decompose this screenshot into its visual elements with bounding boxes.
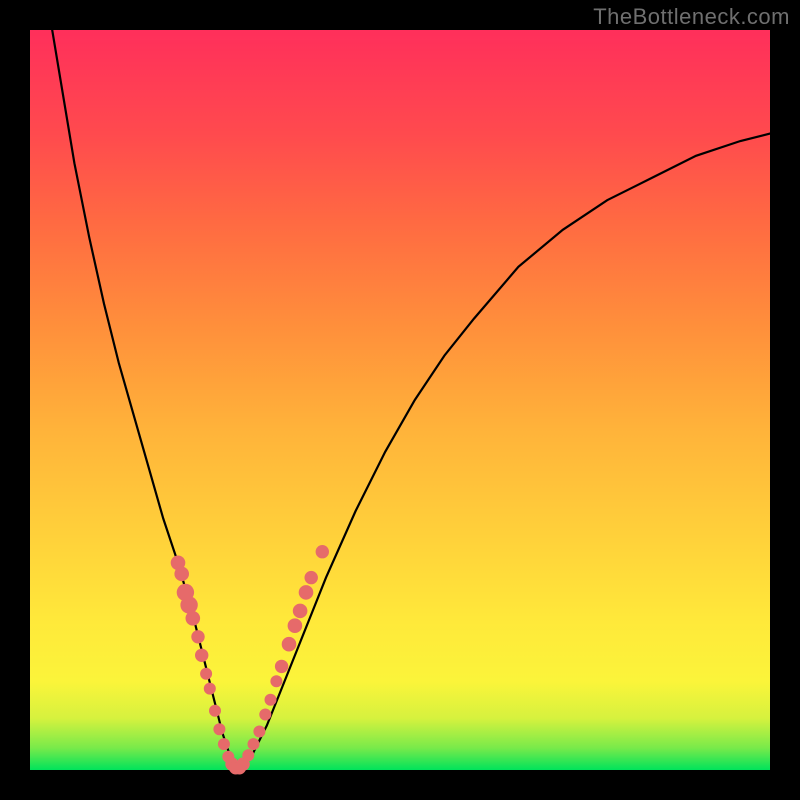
marker-point bbox=[299, 585, 314, 600]
marker-point bbox=[259, 709, 271, 721]
plot-area bbox=[30, 30, 770, 770]
curve-layer bbox=[30, 30, 770, 770]
marker-point bbox=[305, 571, 318, 584]
marker-point bbox=[288, 618, 303, 633]
marker-point bbox=[218, 738, 230, 750]
marker-point bbox=[275, 660, 288, 673]
marker-point bbox=[174, 567, 189, 582]
marker-point bbox=[242, 749, 254, 761]
marker-point bbox=[265, 694, 277, 706]
bottleneck-curve bbox=[52, 30, 770, 770]
marker-point bbox=[200, 668, 212, 680]
marker-point bbox=[282, 637, 297, 652]
marker-point bbox=[195, 649, 208, 662]
marker-point bbox=[186, 611, 201, 626]
watermark-text: TheBottleneck.com bbox=[593, 4, 790, 30]
marker-point bbox=[213, 723, 225, 735]
marker-point bbox=[180, 596, 197, 613]
marker-point bbox=[253, 726, 265, 738]
marker-point bbox=[209, 705, 221, 717]
chart-frame: TheBottleneck.com bbox=[0, 0, 800, 800]
highlight-markers bbox=[171, 545, 329, 775]
marker-point bbox=[316, 545, 329, 558]
marker-point bbox=[191, 630, 204, 643]
marker-point bbox=[270, 675, 282, 687]
marker-point bbox=[204, 683, 216, 695]
marker-point bbox=[248, 738, 260, 750]
marker-point bbox=[293, 604, 308, 619]
